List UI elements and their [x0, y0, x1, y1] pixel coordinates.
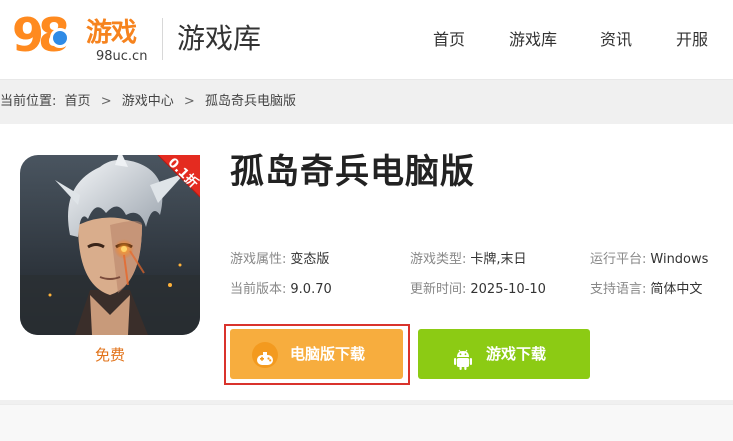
attr-game-property: 游戏属性: 变态版 [230, 252, 329, 268]
site-logo[interactable]: 98 游戏 98uc.cn [10, 8, 150, 68]
next-section [0, 404, 733, 441]
game-download-label: 游戏下载 [486, 345, 547, 363]
attr-key: 游戏类型: [410, 252, 467, 267]
logo-ball-icon [50, 28, 70, 48]
pc-download-label: 电脑版下载 [290, 345, 366, 363]
attr-key: 运行平台: [590, 252, 647, 267]
section-title: 游戏库 [177, 22, 262, 55]
attr-value: 2025-10-10 [470, 282, 546, 297]
game-download-button[interactable]: 游戏下载 [418, 329, 590, 379]
header-divider [162, 18, 163, 60]
android-icon [450, 342, 476, 370]
logo-text: 游戏 [86, 18, 137, 48]
attr-version: 当前版本: 9.0.70 [230, 282, 332, 298]
pc-download-button[interactable]: 电脑版下载 [230, 329, 403, 379]
attr-key: 当前版本: [230, 282, 287, 297]
breadcrumb-separator: > [100, 94, 112, 109]
attr-key: 游戏属性: [230, 252, 287, 267]
attr-key: 更新时间: [410, 282, 467, 297]
breadcrumb-separator: > [183, 94, 195, 109]
attr-value: Windows [650, 252, 709, 267]
breadcrumb: 当前位置: 首页 > 游戏中心 > 孤岛奇兵电脑版 [0, 92, 296, 112]
breadcrumb-home[interactable]: 首页 [65, 92, 91, 112]
breadcrumb-current: 孤岛奇兵电脑版 [204, 94, 296, 109]
gamepad-icon [252, 342, 278, 368]
nav-news[interactable]: 资讯 [600, 30, 632, 50]
discount-ribbon: 0.1折 [157, 155, 201, 198]
nav-server[interactable]: 开服 [676, 30, 708, 50]
attr-value: 变态版 [290, 252, 330, 267]
price-label: 免费 [94, 346, 125, 364]
attr-platform: 运行平台: Windows [590, 252, 708, 268]
attr-value: 简体中文 [650, 282, 703, 297]
nav-game-library[interactable]: 游戏库 [509, 30, 557, 50]
attr-update-time: 更新时间: 2025-10-10 [410, 282, 546, 298]
discount-badge: 0.1折 [150, 155, 201, 205]
breadcrumb-game-center[interactable]: 游戏中心 [122, 92, 174, 112]
attr-value: 9.0.70 [290, 282, 332, 297]
attr-game-type: 游戏类型: 卡牌,末日 [410, 252, 527, 268]
attr-value: 卡牌,末日 [470, 252, 527, 267]
logo-domain: 98uc.cn [96, 49, 148, 64]
attr-language: 支持语言: 简体中文 [590, 282, 702, 298]
site-header: 98 游戏 98uc.cn 游戏库 首页 游戏库 资讯 开服 [0, 0, 733, 80]
breadcrumb-label: 当前位置: [0, 94, 57, 109]
game-title: 孤岛奇兵电脑版 [230, 152, 475, 192]
attr-key: 支持语言: [590, 282, 647, 297]
nav-home[interactable]: 首页 [433, 30, 465, 50]
